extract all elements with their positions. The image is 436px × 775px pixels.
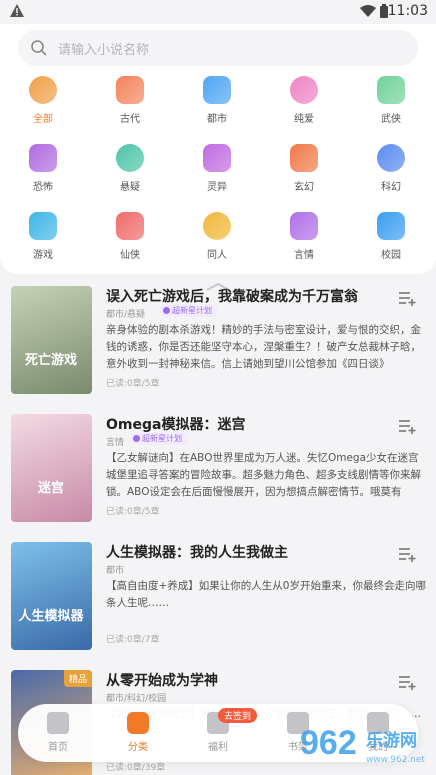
svg-text:人生模拟器: 人生模拟器 (18, 608, 84, 624)
book-cover[interactable]: 死亡游戏 (11, 286, 92, 394)
cover-art: 迷宫 (37, 480, 64, 496)
svg-text:www.962.net: www.962.net (366, 755, 425, 765)
book-item[interactable]: 迷宫 Omega模拟器：迷宫言情 超新星计划【乙女解谜向】在ABO世界里成为万人迷。… (0, 414, 436, 540)
search-input[interactable]: 请输入小说名称 (18, 30, 418, 66)
graduation-cap-icon (377, 212, 405, 240)
add-to-shelf-icon[interactable] (398, 290, 416, 306)
category-item[interactable]: 校园 (351, 204, 431, 261)
chat-icon (203, 212, 231, 240)
book-item[interactable]: 死亡游戏 误入死亡游戏后，我靠破案成为千万富翁都市/悬疑 超新星计划亲身体验的剧本杀… (0, 286, 436, 412)
category-label: 古代 (120, 114, 140, 125)
cover-art: 死亡游戏 (25, 352, 77, 368)
book-title[interactable]: 误入死亡游戏后，我靠破案成为千万富翁 (106, 286, 358, 306)
signin-badge[interactable]: 去签到 (218, 708, 258, 723)
gamepad-icon (29, 212, 57, 240)
category-item[interactable]: 游戏 (3, 204, 83, 261)
category-label: 玄幻 (294, 182, 314, 193)
category-item[interactable]: 武侠 (351, 68, 431, 125)
svg-text:死亡游戏: 死亡游戏 (25, 352, 77, 368)
tab-label: 首页 (48, 742, 68, 753)
book-title[interactable]: 人生模拟器：我的人生我做主 (106, 542, 288, 562)
book-genre: 言情 (106, 438, 125, 448)
add-to-shelf-icon[interactable] (398, 674, 416, 690)
book-description: 亲身体验的剧本杀游戏！精妙的手法与密室设计，爱与恨的交织，金钱的诱惑，你是否还能… (106, 324, 421, 370)
tab-category[interactable]: 分类 (98, 704, 178, 762)
category-item[interactable]: 恐怖 (3, 136, 83, 193)
category-label: 都市 (207, 114, 227, 125)
bookmark-icon (290, 212, 318, 240)
category-label: 游戏 (33, 250, 53, 261)
read-progress: 已读:0章/5章 (106, 507, 160, 517)
category-icon (127, 712, 149, 734)
book-genre: 都市/科幻/校园 (106, 694, 167, 704)
heart-icon (290, 76, 318, 104)
category-label: 科幻 (381, 182, 401, 193)
read-progress: 已读:0章/7章 (106, 635, 160, 645)
category-label: 同人 (207, 250, 227, 261)
supernova-badge: 超新星计划 (160, 304, 218, 317)
tab-label: 分类 (128, 742, 148, 753)
category-label: 恐怖 (33, 182, 53, 193)
building-icon (203, 76, 231, 104)
category-item[interactable]: 同人 (177, 204, 257, 261)
category-item[interactable]: 古代 (90, 68, 170, 125)
category-item[interactable]: 都市 (177, 68, 257, 125)
clock: 11:03 (387, 3, 428, 19)
category-label: 灵异 (207, 182, 227, 193)
yinyang-icon (116, 212, 144, 240)
svg-text:迷宫: 迷宫 (37, 480, 64, 496)
cover-tag: 精品 (63, 670, 92, 687)
category-item[interactable]: 悬疑 (90, 136, 170, 193)
category-label: 纯爱 (294, 114, 314, 125)
category-label: 仙侠 (120, 250, 140, 261)
category-panel: 请输入小说名称 全部 古代 都市 纯爱 武侠恐怖 悬疑 灵异 玄幻 科幻游戏 仙侠 同人 言情 校园 (0, 24, 436, 291)
category-item[interactable]: 科幻 (351, 136, 431, 193)
category-item[interactable]: 玄幻 (264, 136, 344, 193)
category-label: 言情 (294, 250, 314, 261)
feather-icon (290, 144, 318, 172)
add-to-shelf-icon[interactable] (398, 546, 416, 562)
category-item[interactable]: 全部 (3, 68, 83, 125)
fan-icon (116, 76, 144, 104)
category-item[interactable]: 言情 (264, 204, 344, 261)
category-item[interactable]: 灵异 (177, 136, 257, 193)
warning-icon (10, 4, 24, 17)
planet-icon (377, 144, 405, 172)
category-label: 全部 (33, 114, 53, 125)
category-label: 悬疑 (120, 182, 140, 193)
pumpkin-icon (29, 144, 57, 172)
tab-label: 福利 (208, 742, 228, 753)
book-title[interactable]: 从零开始成为学神 (106, 670, 218, 690)
book-genre: 都市/悬疑 (106, 310, 146, 320)
search-icon (31, 40, 47, 56)
category-label: 校园 (381, 250, 401, 261)
tab-book[interactable]: 首页 (18, 704, 98, 762)
wifi-icon (360, 5, 376, 17)
supernova-badge: 超新星计划 (130, 432, 188, 445)
svg-text:乐游网: 乐游网 (366, 730, 417, 751)
ghost-icon (203, 144, 231, 172)
book-title[interactable]: Omega模拟器：迷宫 (106, 414, 245, 434)
book-icon (47, 712, 69, 734)
book-description: 【乙女解谜向】在ABO世界里成为万人迷。失忆Omega少女在迷宫城堡里追寻答案的… (106, 452, 421, 498)
category-label: 武侠 (381, 114, 401, 125)
category-item[interactable]: 纯爱 (264, 68, 344, 125)
book-genre: 都市 (106, 566, 125, 576)
category-item[interactable]: 仙侠 (90, 204, 170, 261)
status-bar: 11:03 (0, 0, 436, 24)
book-description: 【高自由度+养成】如果让你的人生从0岁开始重来，你最终会走向哪条人生呢…… (106, 580, 426, 609)
add-to-shelf-icon[interactable] (398, 418, 416, 434)
cover-art: 人生模拟器 (18, 608, 84, 624)
book-cover[interactable]: 人生模拟器 (11, 542, 92, 650)
sword-icon (377, 76, 405, 104)
magnifier-icon (116, 144, 144, 172)
read-progress: 已读:0章/5章 (106, 379, 160, 389)
svg-text:962: 962 (300, 724, 357, 762)
book-cover[interactable]: 迷宫 (11, 414, 92, 522)
layers-icon (29, 76, 57, 104)
search-placeholder: 请输入小说名称 (58, 43, 150, 58)
site-watermark: 962 乐游网 www.962.net (300, 724, 425, 765)
book-item[interactable]: 人生模拟器 人生模拟器：我的人生我做主都市【高自由度+养成】如果让你的人生从0岁开… (0, 542, 436, 668)
